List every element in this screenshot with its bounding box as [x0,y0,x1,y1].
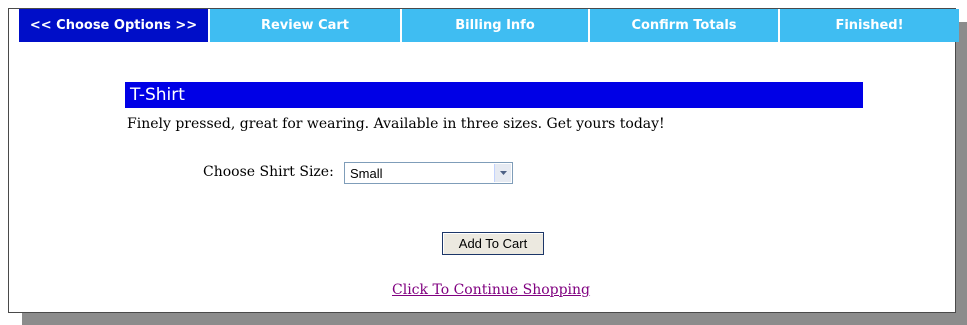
size-selected-value: Small [350,166,383,181]
step-confirm-totals[interactable]: Confirm Totals [588,9,778,42]
panel-shadow-right [956,22,967,325]
continue-shopping-link[interactable]: Click To Continue Shopping [392,282,590,298]
size-label: Choose Shirt Size: [203,164,334,180]
step-review-cart[interactable]: Review Cart [208,9,400,42]
step-choose-options[interactable]: << Choose Options >> [19,9,208,42]
product-title: T-Shirt [125,82,863,108]
shirt-size-select[interactable]: Small [344,162,513,184]
panel-shadow-bottom [22,313,967,325]
content-panel [8,8,956,313]
product-description: Finely pressed, great for wearing. Avail… [127,116,665,132]
step-finished[interactable]: Finished! [778,9,959,42]
add-to-cart-button[interactable]: Add To Cart [442,232,544,255]
step-billing-info[interactable]: Billing Info [400,9,588,42]
dropdown-arrow-icon[interactable] [494,164,511,182]
checkout-steps-bar: << Choose Options >> Review Cart Billing… [19,9,959,42]
